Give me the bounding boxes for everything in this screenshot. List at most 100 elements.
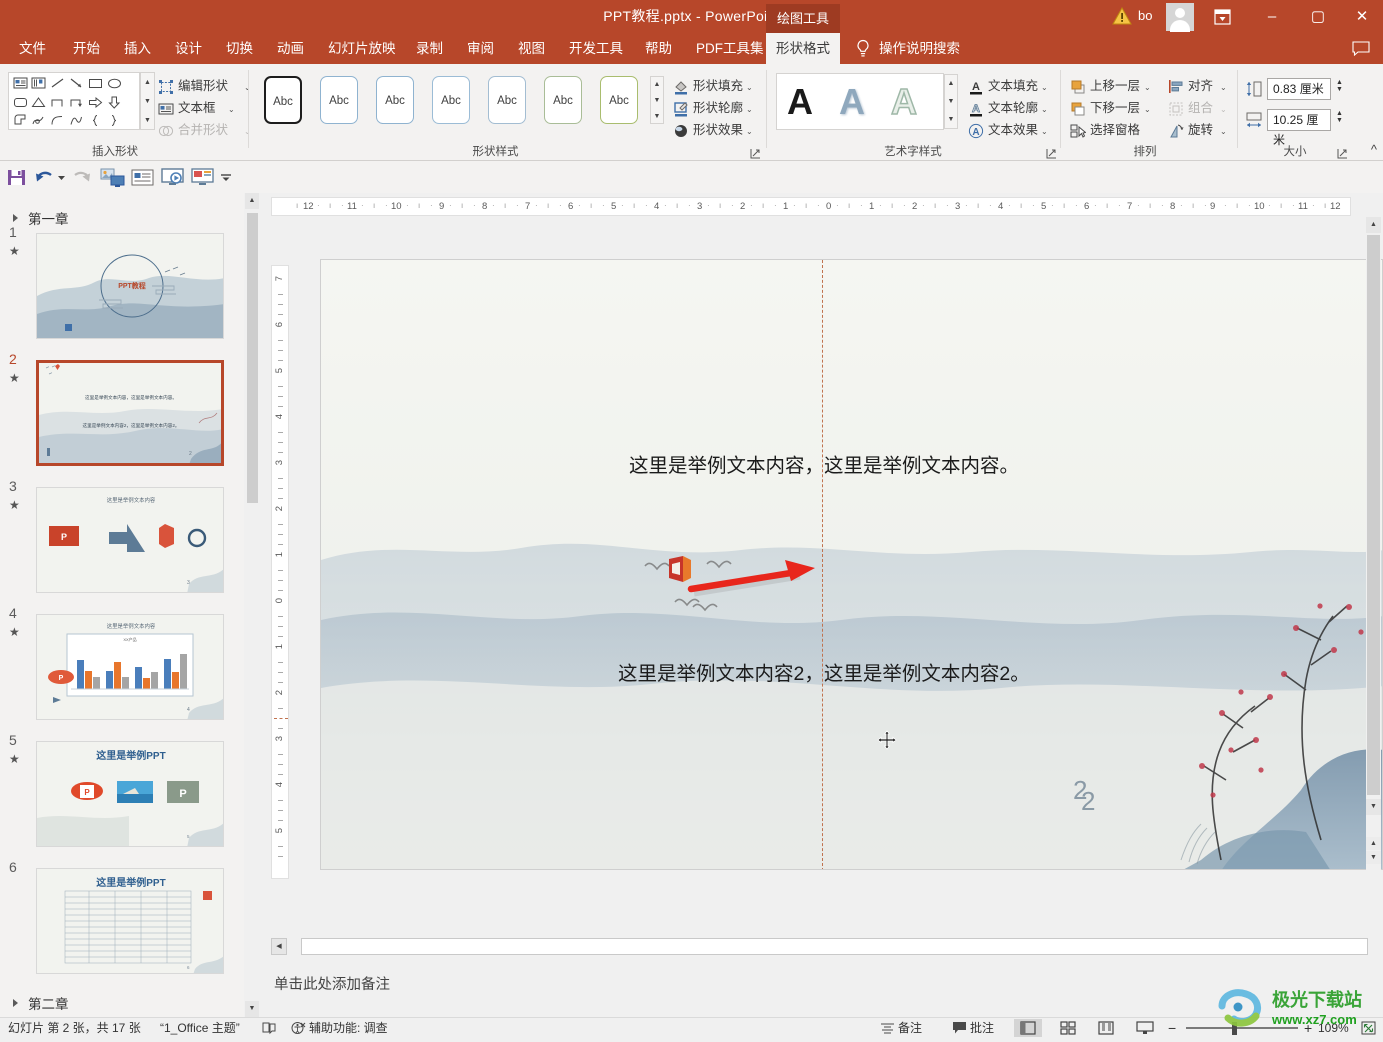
chevron-down-icon[interactable]: ⌄ <box>746 99 753 120</box>
vertical-text-box-shape-icon[interactable] <box>31 76 46 91</box>
slideshow-icon[interactable] <box>160 167 185 188</box>
feedback-comment-icon[interactable] <box>1352 41 1370 57</box>
wordart-scrollbar[interactable]: ▲ ▼ ▼ <box>944 74 958 129</box>
hscroll-track[interactable] <box>301 938 1368 955</box>
right-arrow-shape-icon[interactable] <box>88 95 103 110</box>
presenter-view-icon[interactable] <box>190 167 215 188</box>
shape-width-stepper[interactable]: ▲ ▼ <box>1333 109 1346 131</box>
chevron-down-icon[interactable]: ⌄ <box>746 77 753 98</box>
curve-shape-icon[interactable] <box>50 113 65 128</box>
start-from-current-slide-icon[interactable] <box>100 167 125 188</box>
thumbnail-scroll-up-button[interactable]: ▲ <box>245 193 259 209</box>
section-header-2[interactable]: 第二章 <box>28 993 69 1013</box>
section-collapse-icon[interactable] <box>13 999 18 1007</box>
hscroll-left-button[interactable]: ◀ <box>271 938 287 955</box>
wordart-styles-gallery[interactable]: A A A <box>776 73 944 130</box>
section-header-1[interactable]: 第一章 <box>28 208 69 228</box>
rounded-rectangle-shape-icon[interactable] <box>13 95 28 110</box>
close-button[interactable]: ✕ <box>1341 0 1383 33</box>
size-dialog-launcher[interactable] <box>1337 146 1348 159</box>
wordart-dialog-launcher[interactable] <box>1046 146 1057 159</box>
slide-scroll-thumb[interactable] <box>1367 235 1380 795</box>
accessibility-icon[interactable] <box>291 1021 306 1035</box>
thumbnail-pane-scrollbar[interactable]: ▲ ▼ <box>245 193 259 1017</box>
styles-gallery-more-button[interactable]: ▼ <box>651 109 663 125</box>
notes-placeholder[interactable]: 单击此处添加备注 <box>274 973 390 994</box>
slide-thumbnail-5[interactable]: 这里是举例PPT P P 5 <box>36 741 224 847</box>
tab-developer[interactable]: 开发工具 <box>560 33 632 64</box>
maximize-button[interactable]: ▢ <box>1295 0 1341 33</box>
chevron-down-icon[interactable]: ⌄ <box>1220 121 1227 142</box>
slide-vertical-scrollbar[interactable]: ▲ ▼ ▲ ▼ <box>1366 217 1381 907</box>
wordart-thumb-2[interactable]: A <box>839 80 865 124</box>
wordart-gallery-more-button[interactable]: ▼ <box>945 111 957 129</box>
chevron-down-icon[interactable]: ⌄ <box>1041 77 1048 98</box>
flowchart-shape-icon[interactable] <box>13 113 28 128</box>
slide-scroll-down-button[interactable]: ▼ <box>1366 799 1381 815</box>
tab-design[interactable]: 设计 <box>166 33 211 64</box>
shapes-gallery[interactable] <box>8 72 140 130</box>
shape-style-thumb-7[interactable]: Abc <box>600 76 638 124</box>
chevron-down-icon[interactable]: ⌄ <box>1041 121 1048 142</box>
shapes-scroll-down-button[interactable]: ▼ <box>141 92 154 111</box>
right-brace-shape-icon[interactable] <box>107 113 122 128</box>
search-input[interactable]: 操作说明搜索 <box>879 33 960 64</box>
chevron-down-icon[interactable]: ⌄ <box>1220 77 1227 98</box>
normal-view-button[interactable] <box>1014 1019 1042 1037</box>
styles-scroll-down-button[interactable]: ▼ <box>651 93 663 109</box>
left-brace-shape-icon[interactable] <box>88 113 103 128</box>
slide-scroll-up-button[interactable]: ▲ <box>1366 217 1381 233</box>
reading-view-button[interactable] <box>1092 1019 1120 1037</box>
down-arrow-shape-icon[interactable] <box>107 95 122 110</box>
chevron-down-icon[interactable]: ⌄ <box>228 99 235 120</box>
shape-height-stepper[interactable]: ▲ ▼ <box>1333 78 1346 100</box>
slide-sorter-button[interactable] <box>1054 1019 1082 1037</box>
slide-thumbnail-pane[interactable]: 第一章 1 ★ PPT教程 2 ★ 这里是举例文本内容，这里是举例文本内容。 这… <box>0 193 244 1017</box>
thumbnail-scroll-down-button[interactable]: ▼ <box>245 1001 259 1017</box>
avatar[interactable] <box>1166 3 1194 32</box>
editor-horizontal-scrollbar[interactable]: ◀ <box>271 938 1368 955</box>
tab-review[interactable]: 审阅 <box>458 33 503 64</box>
tab-record[interactable]: 录制 <box>407 33 452 64</box>
new-slide-icon[interactable] <box>130 167 155 188</box>
arc-shape-icon[interactable] <box>69 113 84 128</box>
tab-file[interactable]: 文件 <box>10 33 55 64</box>
chevron-down-icon[interactable]: ⌄ <box>1144 99 1151 120</box>
zoom-out-button[interactable]: − <box>1168 1018 1176 1038</box>
slideshow-button[interactable] <box>1131 1019 1159 1037</box>
vertical-ruler[interactable]: 7 6 5 4 3 2 1 0 1 2 3 4 5 <box>271 265 289 879</box>
chevron-down-icon[interactable]: ⌄ <box>1041 99 1048 120</box>
slide-text-line-2[interactable]: 这里是举例文本内容2，这里是举例文本内容2。 <box>618 657 1030 686</box>
customize-qat-icon[interactable] <box>218 167 234 188</box>
account-name[interactable]: bo <box>1138 8 1152 23</box>
connector-elbow-shape-icon[interactable] <box>50 95 65 110</box>
slide-counter[interactable]: 幻灯片 第 2 张，共 17 张 <box>8 1018 141 1038</box>
shape-styles-scrollbar[interactable]: ▲ ▼ ▼ <box>650 76 664 124</box>
slide-thumbnail-6[interactable]: 这里是举例PPT 6 <box>36 868 224 974</box>
horizontal-ruler[interactable]: ı 12 · ı · 11 · ı · 10 · ı · 9 · ı · 8 · ı · 7 · ı ·… <box>271 197 1351 216</box>
undo-icon[interactable] <box>34 167 55 188</box>
comment-icon[interactable] <box>952 1021 967 1035</box>
notes-icon[interactable] <box>880 1021 895 1035</box>
line-shape-icon[interactable] <box>50 76 65 91</box>
shape-style-thumb-1[interactable]: Abc <box>264 76 302 124</box>
shape-style-thumb-4[interactable]: Abc <box>432 76 470 124</box>
theme-name[interactable]: “1_Office 主题” <box>160 1018 240 1038</box>
rectangle-shape-icon[interactable] <box>88 76 103 91</box>
notes-button[interactable]: 备注 <box>898 1018 922 1038</box>
wordart-scroll-up-button[interactable]: ▲ <box>945 75 957 93</box>
shapes-gallery-more-button[interactable]: ▼ <box>141 111 154 130</box>
arrow-line-shape-icon[interactable] <box>69 76 84 91</box>
slide-thumbnail-1[interactable]: PPT教程 <box>36 233 224 339</box>
text-box-shape-icon[interactable] <box>13 76 28 91</box>
wordart-thumb-1[interactable]: A <box>787 80 813 124</box>
connector-elbow-arrow-shape-icon[interactable] <box>69 95 84 110</box>
tab-animations[interactable]: 动画 <box>268 33 313 64</box>
minimize-button[interactable]: – <box>1249 0 1295 33</box>
previous-slide-button[interactable]: ▲ <box>1366 837 1381 850</box>
chevron-down-icon[interactable]: ⌄ <box>1144 77 1151 98</box>
oval-shape-icon[interactable] <box>107 76 122 91</box>
shapes-scroll-up-button[interactable]: ▲ <box>141 73 154 92</box>
shapes-gallery-scrollbar[interactable]: ▲ ▼ ▼ <box>140 72 155 130</box>
tab-shape-format[interactable]: 形状格式 <box>766 33 840 64</box>
